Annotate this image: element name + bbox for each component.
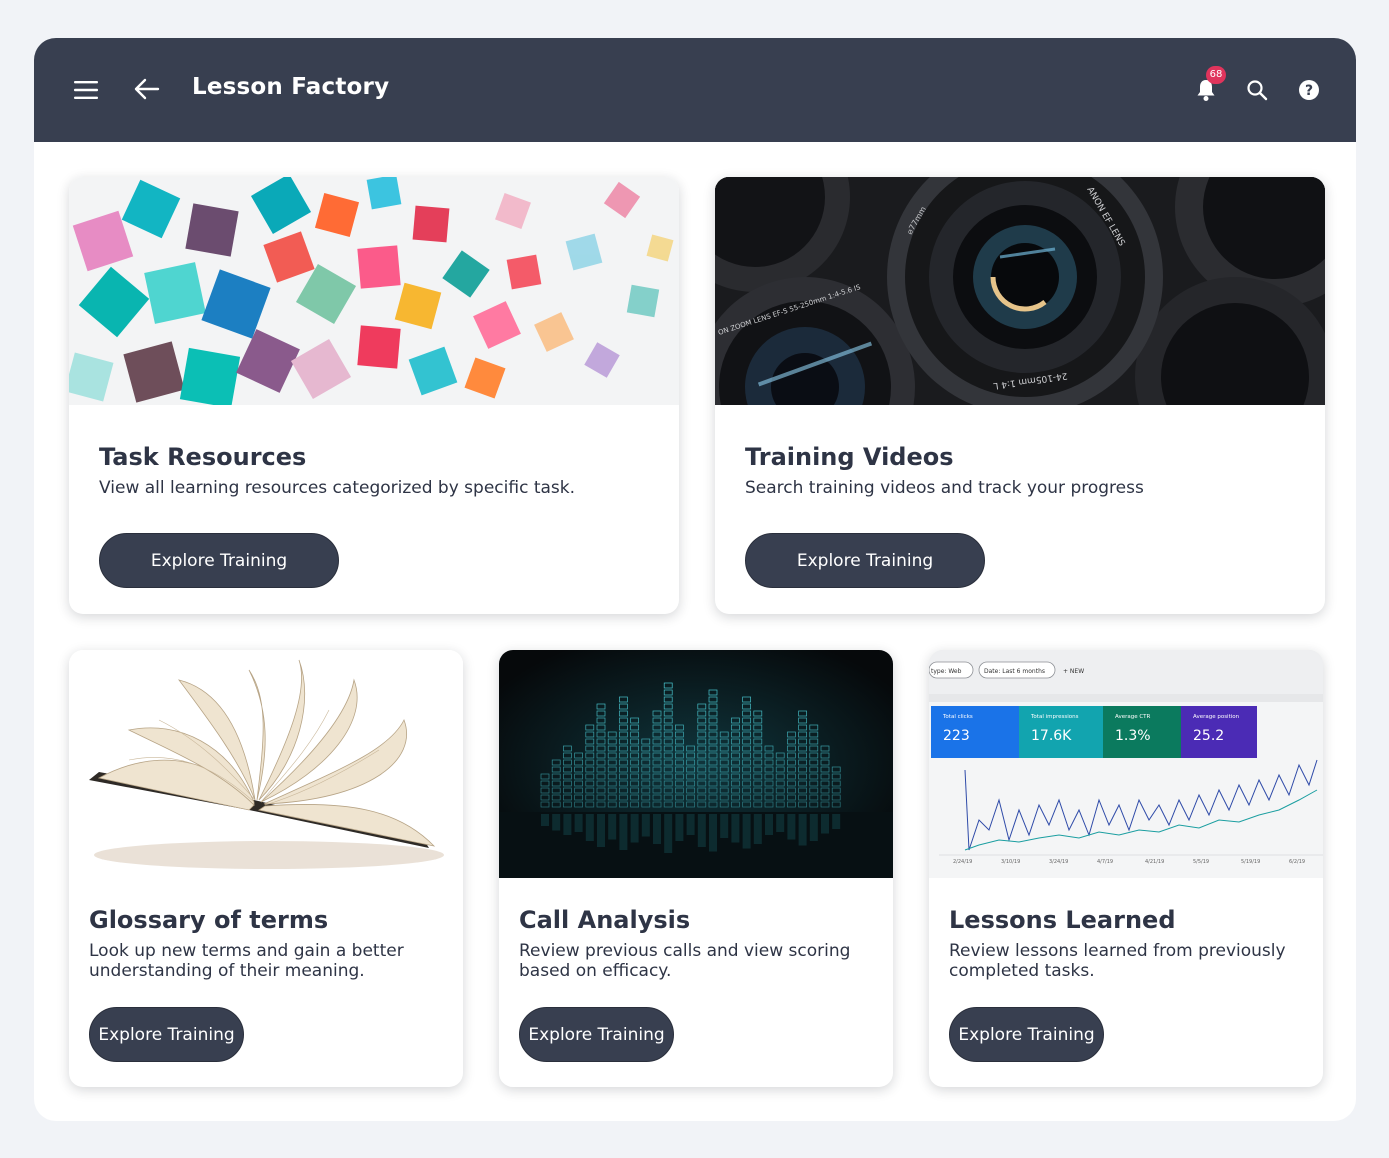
card-description: Look up new terms and gain a better unde…	[89, 941, 404, 981]
metric-value: 17.6K	[1031, 728, 1072, 744]
date-tick-label: 3/24/19	[1049, 859, 1068, 865]
card-lessons-learned: type: Web Date: Last 6 months + NEW Tota…	[929, 650, 1323, 1087]
card-task-resources: Task Resources View all learning resourc…	[69, 177, 679, 614]
metric-label: Average CTR	[1115, 714, 1151, 720]
card-description: Review previous calls and view scoring b…	[519, 941, 851, 981]
filter-chip-date: Date: Last 6 months	[984, 668, 1045, 675]
search-icon[interactable]	[1246, 79, 1268, 101]
app-window: Lesson Factory 68 ? Task Resources View …	[34, 38, 1356, 1121]
date-tick-label: 2/24/19	[953, 859, 972, 865]
explore-training-button[interactable]: Explore Training	[99, 533, 339, 588]
date-tick-label: 4/7/19	[1097, 859, 1113, 865]
filter-chip-type: type: Web	[931, 668, 962, 675]
card-title: Call Analysis	[519, 906, 691, 934]
date-tick-label: 5/19/19	[1241, 859, 1260, 865]
top-app-bar: Lesson Factory 68 ?	[34, 38, 1356, 142]
app-title: Lesson Factory	[192, 74, 390, 100]
help-icon[interactable]: ?	[1298, 79, 1320, 101]
filter-new: + NEW	[1063, 668, 1084, 675]
notification-count-badge: 68	[1206, 66, 1226, 84]
card-title: Training Videos	[745, 443, 954, 471]
card-title: Lessons Learned	[949, 906, 1176, 934]
metric-value: 223	[943, 728, 970, 744]
card-glossary-of-terms: Glossary of terms Look up new terms and …	[69, 650, 463, 1087]
card-description: Search training videos and track your pr…	[745, 478, 1144, 498]
metric-label: Total clicks	[942, 714, 973, 720]
hamburger-menu-icon[interactable]	[72, 76, 100, 104]
explore-training-button[interactable]: Explore Training	[519, 1007, 674, 1062]
date-tick-label: 5/5/19	[1193, 859, 1209, 865]
card-description: View all learning resources categorized …	[99, 478, 576, 498]
date-tick-label: 4/21/19	[1145, 859, 1164, 865]
card-call-analysis: Call Analysis Review previous calls and …	[499, 650, 893, 1087]
metric-label: Average position	[1193, 714, 1240, 720]
card-description: Review lessons learned from previously c…	[949, 941, 1286, 981]
explore-training-button[interactable]: Explore Training	[89, 1007, 244, 1062]
metric-value: 1.3%	[1115, 728, 1151, 744]
card-title: Task Resources	[99, 443, 307, 471]
date-tick-label: 3/10/19	[1001, 859, 1020, 865]
camera-lenses-image: ANON EF LENS ⌀77mm 24-105mm 1:4 L ON ZOO…	[715, 177, 1325, 405]
card-title: Glossary of terms	[89, 906, 329, 934]
open-book-image	[69, 650, 463, 878]
metric-value: 25.2	[1193, 728, 1224, 744]
date-tick-label: 6/2/19	[1289, 859, 1305, 865]
explore-training-button[interactable]: Explore Training	[745, 533, 985, 588]
card-training-videos: ANON EF LENS ⌀77mm 24-105mm 1:4 L ON ZOO…	[715, 177, 1325, 614]
audio-equalizer-image	[499, 650, 893, 878]
confetti-image	[69, 177, 679, 405]
explore-training-button[interactable]: Explore Training	[949, 1007, 1104, 1062]
metric-label: Total impressions	[1030, 714, 1079, 720]
analytics-dashboard-image: type: Web Date: Last 6 months + NEW Tota…	[929, 650, 1323, 878]
svg-text:?: ?	[1305, 83, 1313, 99]
back-arrow-icon[interactable]	[132, 74, 162, 104]
